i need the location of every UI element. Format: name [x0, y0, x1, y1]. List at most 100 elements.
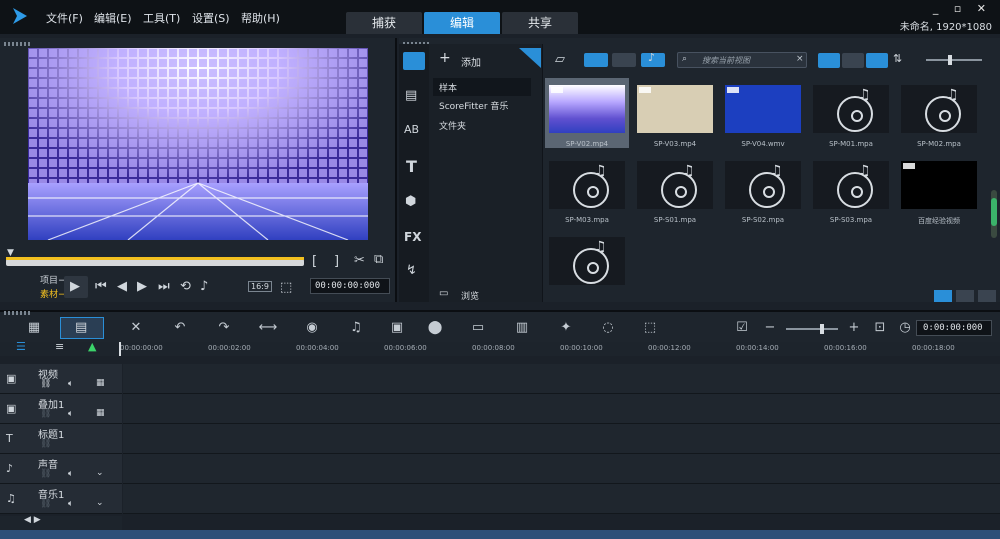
edit-view-button[interactable] [978, 290, 996, 302]
panel-grip[interactable] [4, 311, 32, 315]
redo-icon[interactable]: ↷ [214, 320, 234, 335]
panel-grip[interactable] [4, 42, 32, 46]
library-item[interactable]: SP-V04.wmv [721, 78, 805, 148]
check-icon[interactable]: ☑ [732, 320, 752, 335]
split-clip-icon[interactable]: ✂ [354, 253, 365, 268]
smart-fit-icon[interactable]: ⟷ [258, 320, 278, 335]
tab-capture[interactable]: 捕获 [346, 12, 422, 34]
library-item[interactable]: ♫ [545, 230, 629, 300]
zoom-slider[interactable] [786, 324, 838, 334]
tree-item-scorefitter[interactable]: ScoreFitter 音乐 [439, 99, 508, 112]
title-icon[interactable]: T [406, 157, 417, 176]
instant-project-icon[interactable]: ▤ [405, 88, 417, 103]
track-lane[interactable] [123, 364, 1000, 394]
tree-item-folder[interactable]: 文件夹 [439, 119, 466, 132]
filter-photo-button[interactable] [612, 53, 636, 67]
track-expand-icon[interactable]: ⌄ [96, 498, 104, 508]
track-header[interactable]: ▣ 视频 ⛓ 🔈︎ ▦ [0, 364, 122, 394]
track-grid-icon[interactable]: ▦ [96, 378, 105, 388]
sort-icon[interactable]: ⇅ [893, 52, 902, 65]
library-item[interactable]: SP-V03.mp4 [633, 78, 717, 148]
storyboard-view-icon[interactable]: ▦ [24, 320, 44, 335]
filter-audio-button[interactable]: ♪ [641, 51, 665, 67]
preview-timecode[interactable]: 00:00:00:000 [310, 278, 390, 294]
menu-help[interactable]: 帮助(H) [241, 10, 280, 26]
mark-out-button[interactable]: ] [334, 254, 339, 269]
aspect-ratio-select[interactable]: 16:9 [248, 281, 272, 292]
view-list-button[interactable] [842, 53, 864, 68]
tab-edit[interactable]: 编辑 [424, 12, 500, 34]
tab-share[interactable]: 共享 [502, 12, 578, 34]
resize-icon[interactable]: ⧉ [374, 252, 383, 267]
filter-video-button[interactable] [584, 53, 608, 67]
library-item[interactable]: 百度经验视频 [897, 154, 981, 225]
link-icon[interactable]: ⛓ [40, 499, 51, 509]
timeline-ruler[interactable]: 00:00:00:00 00:00:02:00 00:00:04:00 00:00:0… [116, 342, 1000, 356]
menu-file[interactable]: 文件(F) [46, 10, 83, 26]
time-remap-icon[interactable]: ✦ [556, 320, 576, 335]
transition-icon[interactable]: AB [404, 123, 419, 136]
menu-edit[interactable]: 编辑(E) [94, 10, 132, 26]
project-mode-label[interactable]: 项目− [40, 273, 66, 286]
mark-in-button[interactable]: [ [312, 254, 317, 269]
search-field[interactable]: ⌕ 搜索当前视图 × [677, 52, 807, 68]
pan-zoom-icon[interactable]: ⬚ [640, 320, 660, 335]
preview-scrubber[interactable] [6, 257, 304, 266]
view-thumb-button[interactable] [866, 53, 888, 68]
ripple-edit-icon[interactable]: ▲ [88, 340, 96, 353]
track-expand-icon[interactable]: ⌄ [96, 468, 104, 478]
view-large-button[interactable] [818, 53, 840, 68]
zoom-out-icon[interactable]: − [760, 320, 780, 335]
clip-mode-label[interactable]: 素材− [40, 287, 66, 300]
track-volume-icon[interactable]: 🔈︎ [68, 379, 73, 389]
track-lane[interactable] [123, 394, 1000, 424]
track-grid-icon[interactable]: ▦ [96, 408, 105, 418]
link-icon[interactable]: ⛓ [40, 409, 51, 419]
link-icon[interactable]: ⛓ [40, 439, 51, 449]
track-header[interactable]: T 标题1 ⛓ [0, 424, 122, 454]
library-scrollbar[interactable] [991, 190, 997, 238]
sound-mixer-icon[interactable]: ♫ [346, 320, 366, 335]
repeat-icon[interactable]: ⟲ [180, 279, 191, 294]
graphics-icon[interactable]: ⬢ [405, 194, 416, 209]
thumb-size-handle[interactable] [948, 55, 952, 65]
tools-icon[interactable]: ✕ [126, 320, 146, 335]
skip-end-icon[interactable]: ⏭ [158, 279, 170, 294]
library-item[interactable]: ♫ SP-S03.mpa [809, 154, 893, 224]
fx-filter-icon[interactable]: FX [404, 230, 421, 244]
clear-search-icon[interactable]: × [796, 54, 804, 64]
tree-item-samples[interactable]: 样本 [439, 81, 457, 94]
library-item[interactable]: ♫ SP-M02.mpa [897, 78, 981, 148]
multi-camera-icon[interactable]: ▣ [387, 320, 407, 335]
library-item[interactable]: ♫ SP-S01.mpa [633, 154, 717, 224]
skip-start-icon[interactable]: ⏮ [95, 279, 107, 294]
crop-icon[interactable]: ⬚ [280, 280, 292, 295]
record-capture-icon[interactable]: ◉ [302, 320, 322, 335]
timeline-timecode[interactable]: 0:00:00:000 [916, 320, 992, 336]
play-button[interactable]: ▶ [64, 276, 88, 298]
chapter-icon[interactable]: ≡ [55, 340, 64, 353]
link-icon[interactable]: ⛓ [40, 379, 51, 389]
track-volume-icon[interactable]: 🔈︎ [68, 469, 73, 479]
track-header[interactable]: ♫ 音乐1 ⛓ 🔈︎ ⌄ [0, 484, 122, 514]
track-manager-icon[interactable]: ☰ [16, 340, 26, 353]
track-lane[interactable] [123, 484, 1000, 514]
library-item[interactable]: ♫ SP-S02.mpa [721, 154, 805, 224]
library-item[interactable]: SP-V02.mp4 [545, 78, 629, 148]
scroll-left-icon[interactable]: ◀ ▶ [24, 515, 41, 525]
track-header[interactable]: ▣ 叠加1 ⛓ 🔈︎ ▦ [0, 394, 122, 424]
library-item[interactable]: ♫ SP-M01.mpa [809, 78, 893, 148]
window-controls[interactable]: _ ▫ ✕ [933, 2, 992, 15]
motion-track-icon[interactable]: ⬤ [425, 320, 445, 335]
path-icon[interactable]: ↯ [406, 263, 417, 278]
track-lane[interactable] [123, 424, 1000, 454]
track-header[interactable]: ♪ 声音 ⛓ 🔈︎ ⌄ [0, 454, 122, 484]
add-icon[interactable]: + [439, 50, 451, 66]
browse-icon[interactable]: ▭ [439, 288, 448, 299]
thumb-size-slider[interactable] [926, 55, 982, 65]
mask-icon[interactable]: ◌ [598, 320, 618, 335]
zoom-in-icon[interactable]: + [844, 320, 864, 335]
subtitle-editor-icon[interactable]: ▭ [468, 320, 488, 335]
view-mode-a-button[interactable] [934, 290, 952, 302]
track-lane[interactable] [123, 454, 1000, 484]
